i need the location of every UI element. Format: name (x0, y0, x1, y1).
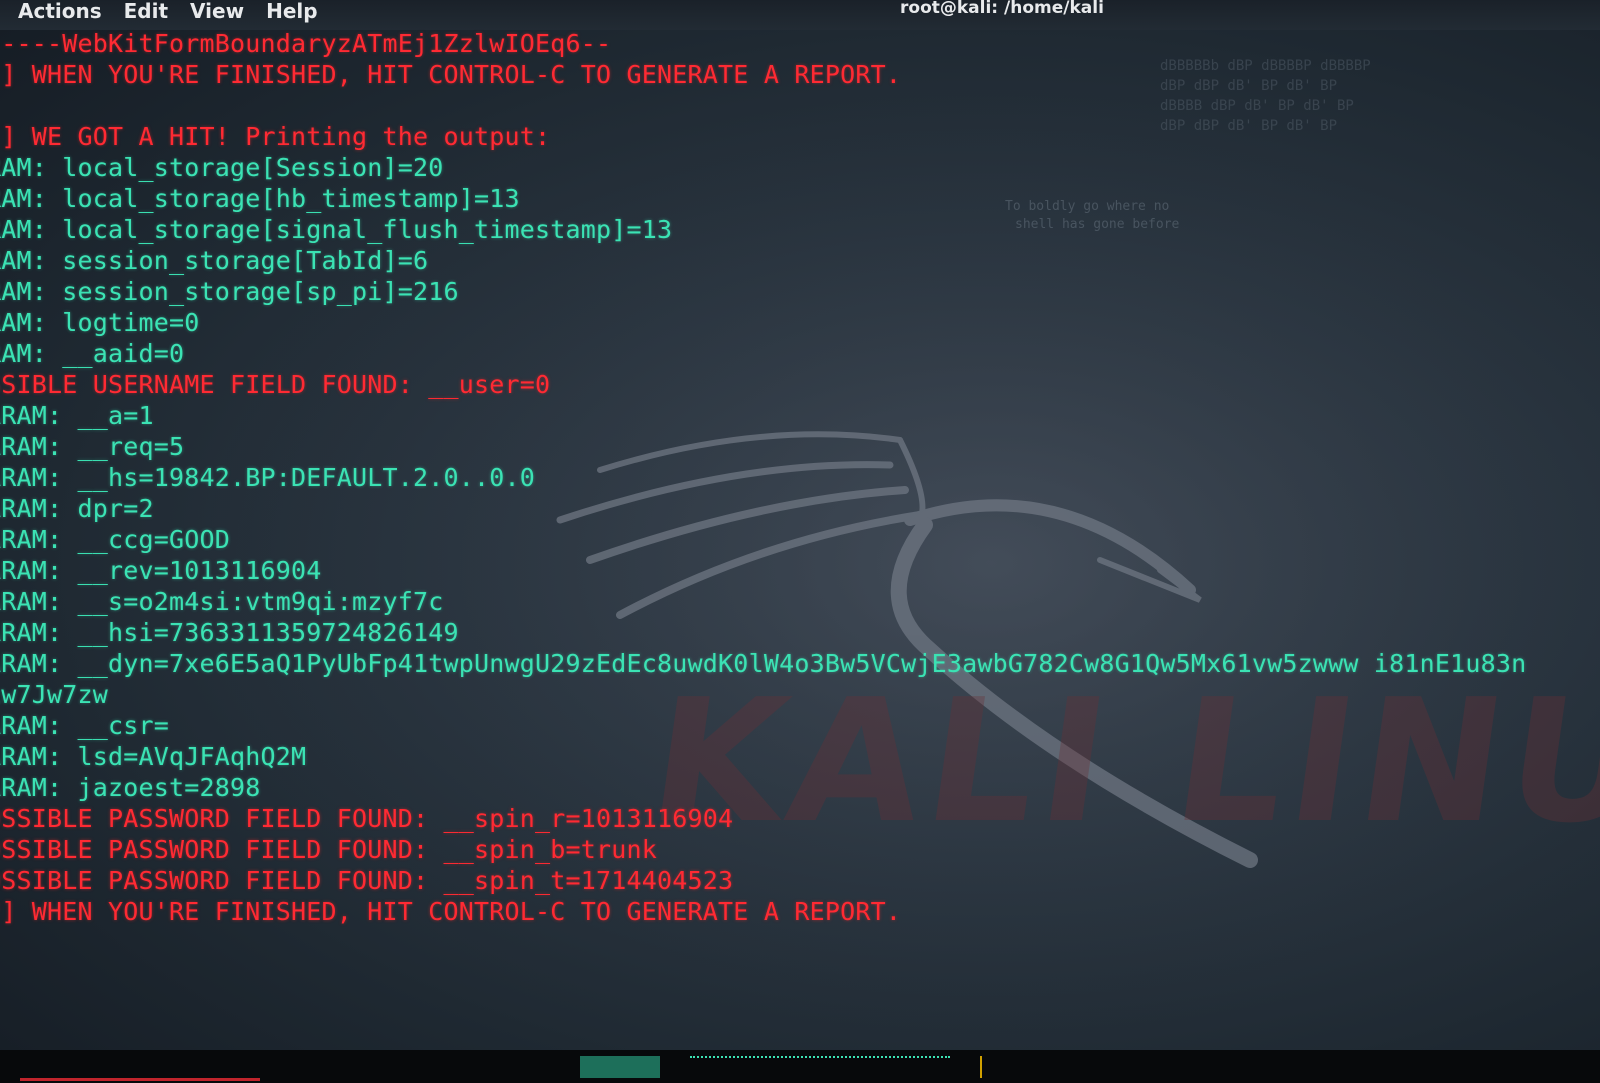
terminal-line: RAM: session_storage[sp_pi]=216 (0, 277, 459, 306)
terminal-line: ] WHEN YOU'RE FINISHED, HIT CONTROL-C TO… (0, 60, 902, 89)
taskbar-window-button[interactable] (580, 1056, 660, 1078)
terminal-line: -----WebKitFormBoundaryzATmEj1ZzlwIOEq6-… (0, 29, 612, 58)
terminal-line: ARAM: __s=o2m4si:vtm9qi:mzyf7c (0, 587, 444, 616)
terminal-line: ARAM: __hs=19842.BP:DEFAULT.2.0..0.0 (0, 463, 536, 492)
terminal-line: ARAM: __ccg=GOOD (0, 525, 231, 554)
terminal-menubar: Actions Edit View Help root@kali: /home/… (0, 0, 1600, 30)
menu-help[interactable]: Help (266, 0, 317, 23)
terminal-line: RAM: local_storage[signal_flush_timestam… (0, 215, 673, 244)
terminal-line: OSSIBLE PASSWORD FIELD FOUND: __spin_b=t… (0, 835, 658, 864)
terminal-line: ARAM: jazoest=2898 (0, 773, 261, 802)
terminal-output[interactable]: -----WebKitFormBoundaryzATmEj1ZzlwIOEq6-… (0, 28, 1600, 927)
terminal-line: OSSIBLE PASSWORD FIELD FOUND: __spin_t=1… (0, 866, 734, 895)
terminal-line: RAM: local_storage[hb_timestamp]=13 (0, 184, 520, 213)
terminal-line: ARAM: __dyn=7xe6E5aQ1PyUbFp41twpUnwgU29z… (0, 649, 1527, 678)
terminal-line: ARAM: dpr=2 (0, 494, 154, 523)
menu-edit[interactable]: Edit (124, 0, 168, 23)
terminal-line: ARAM: __rev=1013116904 (0, 556, 322, 585)
taskbar (0, 1050, 1600, 1083)
window-title: root@kali: /home/kali (900, 0, 1104, 18)
terminal-line: RAM: logtime=0 (0, 308, 200, 337)
terminal-line: ARAM: __req=5 (0, 432, 185, 461)
terminal-line: OSSIBLE PASSWORD FIELD FOUND: __spin_r=1… (0, 804, 734, 833)
terminal-line: ARAM: __csr= (0, 711, 170, 740)
desktop-screen: dBBBBBb dBP dBBBBP dBBBBP dBP dBP dB' BP… (0, 0, 1600, 1083)
menu-actions[interactable]: Actions (18, 0, 102, 23)
terminal-line: RAM: __aaid=0 (0, 339, 185, 368)
terminal-line: Lw7Jw7zw (0, 680, 109, 709)
terminal-line: ARAM: lsd=AVqJFAqhQ2M (0, 742, 307, 771)
terminal-line: ARAM: __a=1 (0, 401, 154, 430)
menu-view[interactable]: View (190, 0, 244, 23)
terminal-line: *] WHEN YOU'RE FINISHED, HIT CONTROL-C T… (0, 897, 902, 926)
terminal-line: RAM: session_storage[TabId]=6 (0, 246, 429, 275)
terminal-line: ARAM: __hsi=7363311359724826149 (0, 618, 459, 647)
terminal-line: SSIBLE USERNAME FIELD FOUND: __user=0 (0, 370, 551, 399)
terminal-line: RAM: local_storage[Session]=20 (0, 153, 444, 182)
taskbar-workspace-indicator[interactable] (20, 1056, 260, 1081)
taskbar-tray (980, 1056, 1212, 1078)
taskbar-cpu-graph (690, 1056, 950, 1080)
terminal-line: ] WE GOT A HIT! Printing the output: (0, 122, 551, 151)
